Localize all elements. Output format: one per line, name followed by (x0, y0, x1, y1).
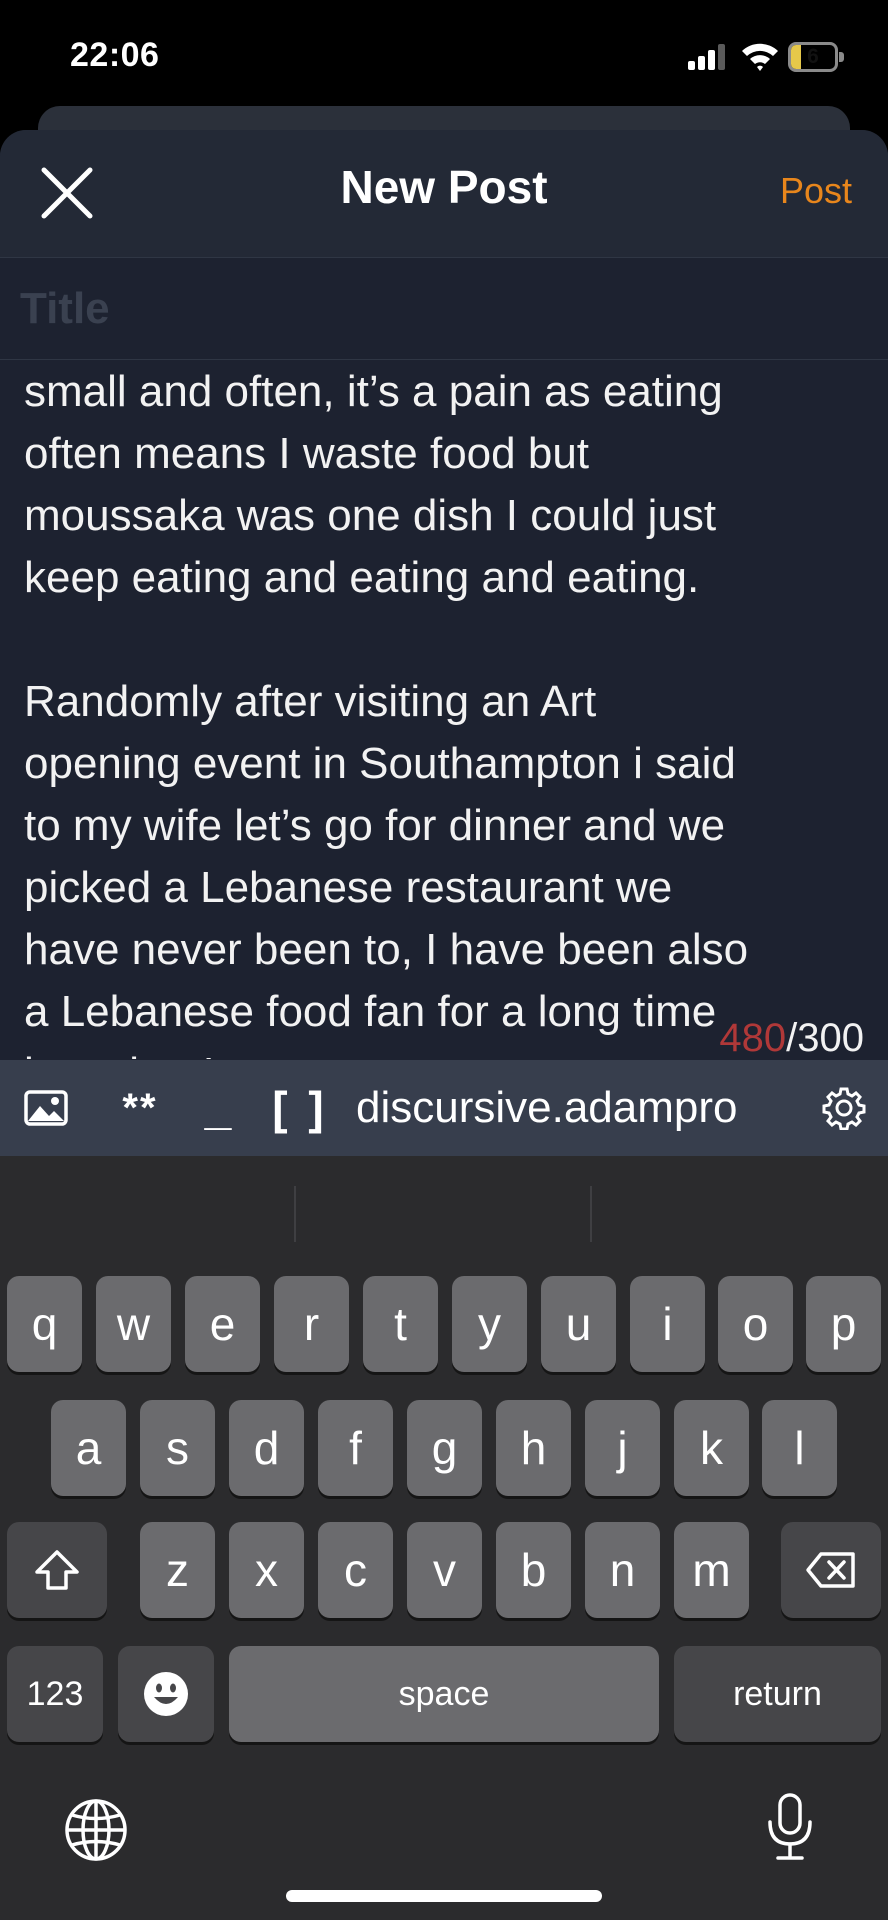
key-a[interactable]: a (51, 1400, 126, 1496)
insert-image-button[interactable] (18, 1060, 74, 1156)
key-f[interactable]: f (318, 1400, 393, 1496)
numbers-key[interactable]: 123 (7, 1646, 103, 1742)
key-m[interactable]: m (674, 1522, 749, 1618)
key-h[interactable]: h (496, 1400, 571, 1496)
key-y[interactable]: y (452, 1276, 527, 1372)
keyboard: q w e r t y u i o p a s d f g h j k l z … (0, 1156, 888, 1920)
key-t[interactable]: t (363, 1276, 438, 1372)
backspace-key[interactable] (781, 1522, 881, 1618)
key-l[interactable]: l (762, 1400, 837, 1496)
key-k[interactable]: k (674, 1400, 749, 1496)
body-text[interactable]: I loved moussaka, I tend to eat small an… (24, 361, 874, 1059)
key-p[interactable]: p (806, 1276, 881, 1372)
nav-bar: New Post Post (0, 130, 888, 258)
backspace-icon (806, 1552, 855, 1588)
key-q[interactable]: q (7, 1276, 82, 1372)
page-title: New Post (340, 161, 548, 213)
image-icon (24, 1090, 68, 1126)
status-time: 22:06 (70, 36, 160, 74)
suggestion-divider (294, 1186, 296, 1242)
key-j[interactable]: j (585, 1400, 660, 1496)
key-n[interactable]: n (585, 1522, 660, 1618)
battery-icon: 6 (788, 42, 844, 72)
globe-button[interactable] (64, 1798, 128, 1867)
underline-button[interactable]: _ (196, 1060, 240, 1156)
body-editor[interactable]: I loved moussaka, I tend to eat small an… (0, 361, 888, 1059)
settings-button[interactable] (816, 1060, 872, 1156)
status-bar: 22:06 6 (0, 0, 888, 110)
key-e[interactable]: e (185, 1276, 260, 1372)
shift-icon (35, 1550, 79, 1590)
battery-level: 6 (807, 45, 819, 68)
shift-key[interactable] (7, 1522, 107, 1618)
key-s[interactable]: s (140, 1400, 215, 1496)
close-icon (41, 167, 93, 219)
home-indicator[interactable] (286, 1890, 602, 1902)
key-b[interactable]: b (496, 1522, 571, 1618)
wifi-icon (740, 40, 780, 72)
post-button[interactable]: Post (780, 170, 852, 212)
return-key[interactable]: return (674, 1646, 881, 1742)
title-field (0, 258, 888, 360)
cellular-signal-icon (688, 44, 728, 70)
link-button[interactable]: [ ] (270, 1060, 330, 1156)
bold-button[interactable]: ** (110, 1060, 170, 1156)
globe-icon (65, 1799, 127, 1861)
key-x[interactable]: x (229, 1522, 304, 1618)
close-button[interactable] (36, 162, 98, 224)
space-key[interactable]: space (229, 1646, 659, 1742)
key-c[interactable]: c (318, 1522, 393, 1618)
key-u[interactable]: u (541, 1276, 616, 1372)
character-counter: 480/300 (719, 1016, 864, 1061)
character-limit: /300 (786, 1016, 864, 1060)
emoji-icon (144, 1672, 188, 1716)
gear-icon (822, 1087, 866, 1130)
key-v[interactable]: v (407, 1522, 482, 1618)
microphone-icon (768, 1793, 812, 1860)
microphone-button[interactable] (764, 1792, 816, 1867)
title-input[interactable] (20, 276, 860, 342)
key-d[interactable]: d (229, 1400, 304, 1496)
key-i[interactable]: i (630, 1276, 705, 1372)
key-o[interactable]: o (718, 1276, 793, 1372)
key-w[interactable]: w (96, 1276, 171, 1372)
character-count: 480 (719, 1016, 787, 1060)
format-toolbar: ** _ [ ] discursive.adampro (0, 1060, 888, 1156)
suggestion-divider (590, 1186, 592, 1242)
key-r[interactable]: r (274, 1276, 349, 1372)
domain-button[interactable]: discursive.adampro (356, 1060, 792, 1156)
key-g[interactable]: g (407, 1400, 482, 1496)
key-z[interactable]: z (140, 1522, 215, 1618)
emoji-key[interactable] (118, 1646, 214, 1742)
